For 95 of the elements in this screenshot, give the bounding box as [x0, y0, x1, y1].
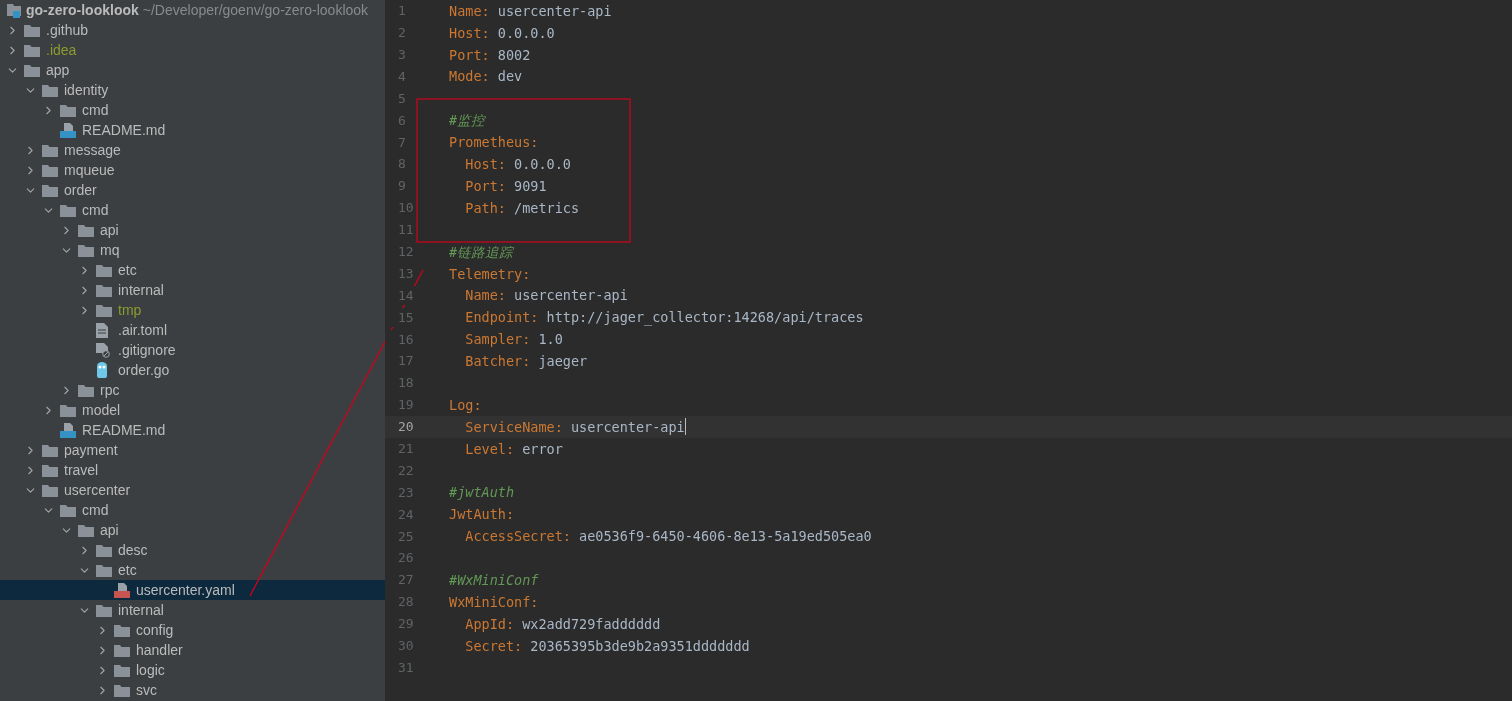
tree-item[interactable]: tmp: [0, 300, 385, 320]
tree-item-label: internal: [118, 600, 164, 620]
tree-item[interactable]: app: [0, 60, 385, 80]
project-name[interactable]: go-zero-looklook: [26, 0, 139, 21]
tree-item[interactable]: .github: [0, 20, 385, 40]
tree-item[interactable]: order.go: [0, 360, 385, 380]
tree-item[interactable]: mq: [0, 240, 385, 260]
tree-item-label: travel: [64, 460, 99, 480]
tree-item-label: .idea: [46, 40, 77, 60]
code-line: ServiceName: usercenter-api: [464, 417, 685, 437]
tree-item[interactable]: cmd: [0, 200, 385, 220]
tree-item[interactable]: api: [0, 520, 385, 540]
tree-item-label: message: [64, 140, 121, 160]
tree-item[interactable]: svc: [0, 680, 385, 700]
tree-item-label: identity: [64, 80, 109, 100]
code-line: Prometheus:: [449, 133, 539, 153]
tree-item[interactable]: .air.toml: [0, 320, 385, 340]
tree-item[interactable]: config: [0, 620, 385, 640]
tree-item-label: app: [46, 60, 70, 80]
code-line: Port: 8002: [449, 45, 531, 65]
code-line: Log:: [449, 395, 482, 415]
tree-item[interactable]: usercenter.yaml: [0, 580, 385, 600]
tree-item[interactable]: cmd: [0, 500, 385, 520]
code-line: Path: /metrics: [464, 198, 580, 218]
tree-item-label: cmd: [82, 100, 109, 120]
code-line: WxMiniConf:: [449, 592, 539, 612]
tree-item-label: cmd: [82, 500, 109, 520]
tree-item-label: logic: [136, 660, 165, 680]
code-line: Name: usercenter-api: [464, 286, 628, 306]
tree-item-label: order: [64, 180, 97, 200]
tree-item-label: api: [100, 520, 119, 540]
tree-item[interactable]: order: [0, 180, 385, 200]
code-line: Batcher: jaeger: [464, 352, 588, 372]
tree-item-label: cmd: [82, 200, 109, 220]
code-line: Secret: 20365395b3de9b2a9351ddddddd: [464, 636, 750, 656]
tree-item[interactable]: logic: [0, 660, 385, 680]
tree-item[interactable]: etc: [0, 560, 385, 580]
tree-item[interactable]: model: [0, 400, 385, 420]
code-line: JwtAuth:: [449, 505, 515, 525]
tree-item[interactable]: payment: [0, 440, 385, 460]
tree-item-label: .gitignore: [118, 340, 176, 360]
tree-item[interactable]: message: [0, 140, 385, 160]
tree-item-label: mqueue: [64, 160, 115, 180]
code-line: Host: 0.0.0.0: [464, 155, 571, 175]
tree-item[interactable]: internal: [0, 280, 385, 300]
tree-item[interactable]: .gitignore: [0, 340, 385, 360]
code-line: Level: error: [464, 439, 563, 459]
code-line: Host: 0.0.0.0: [449, 23, 555, 43]
code-line: Port: 9091: [464, 176, 547, 196]
tree-item[interactable]: desc: [0, 540, 385, 560]
tree-item[interactable]: cmd: [0, 100, 385, 120]
code-line: #WxMiniConf: [449, 570, 539, 590]
tree-item-label: config: [136, 620, 174, 640]
tree-item-label: handler: [136, 640, 183, 660]
tree-item-label: etc: [118, 560, 137, 580]
tree-item-label: model: [82, 400, 121, 420]
tree-item-label: order.go: [118, 360, 170, 380]
tree-item-label: mq: [100, 240, 120, 260]
tree-item-label: api: [100, 220, 119, 240]
tree-item-label: README.md: [82, 120, 166, 140]
tree-item-label: etc: [118, 260, 137, 280]
tree-item[interactable]: rpc: [0, 380, 385, 400]
code-line: AppId: wx2add729fadddddd: [464, 614, 661, 634]
tree-item[interactable]: mqueue: [0, 160, 385, 180]
tree-item-label: desc: [118, 540, 148, 560]
tree-item-label: tmp: [118, 300, 142, 320]
code-line: Name: usercenter-api: [449, 1, 612, 21]
tree-item[interactable]: README.md: [0, 420, 385, 440]
tree-item[interactable]: usercenter: [0, 480, 385, 500]
tree-item[interactable]: .idea: [0, 40, 385, 60]
tree-item-label: rpc: [100, 380, 120, 400]
code-line: #jwtAuth: [449, 483, 515, 503]
code-line: AccessSecret: ae0536f9-6450-4606-8e13-5a19ed505ea0: [464, 527, 872, 547]
tree-item[interactable]: handler: [0, 640, 385, 660]
tree-item-label: .air.toml: [118, 320, 167, 340]
tree-item-label: README.md: [82, 420, 166, 440]
project-path: ~/Developer/goenv/go-zero-looklook: [142, 0, 369, 20]
code-line: #链路追踪: [449, 242, 514, 262]
tree-item-label: internal: [118, 280, 164, 300]
code-line: #监控: [449, 111, 486, 131]
tree-item[interactable]: internal: [0, 600, 385, 620]
tree-item[interactable]: api: [0, 220, 385, 240]
code-line: Mode: dev: [449, 67, 523, 87]
code-line: Sampler: 1.0: [464, 330, 563, 350]
tree-item[interactable]: identity: [0, 80, 385, 100]
tree-item[interactable]: travel: [0, 460, 385, 480]
tree-item-label: usercenter.yaml: [136, 580, 235, 600]
tree-item-label: svc: [136, 680, 157, 700]
code-line: Endpoint: http://jager_collector:14268/api/traces: [464, 308, 864, 328]
tree-item[interactable]: README.md: [0, 120, 385, 140]
tree-item-label: payment: [64, 440, 118, 460]
code-line: Telemetry:: [449, 264, 531, 284]
tree-item-label: .github: [46, 20, 89, 40]
tree-item[interactable]: etc: [0, 260, 385, 280]
tree-item-label: usercenter: [64, 480, 131, 500]
